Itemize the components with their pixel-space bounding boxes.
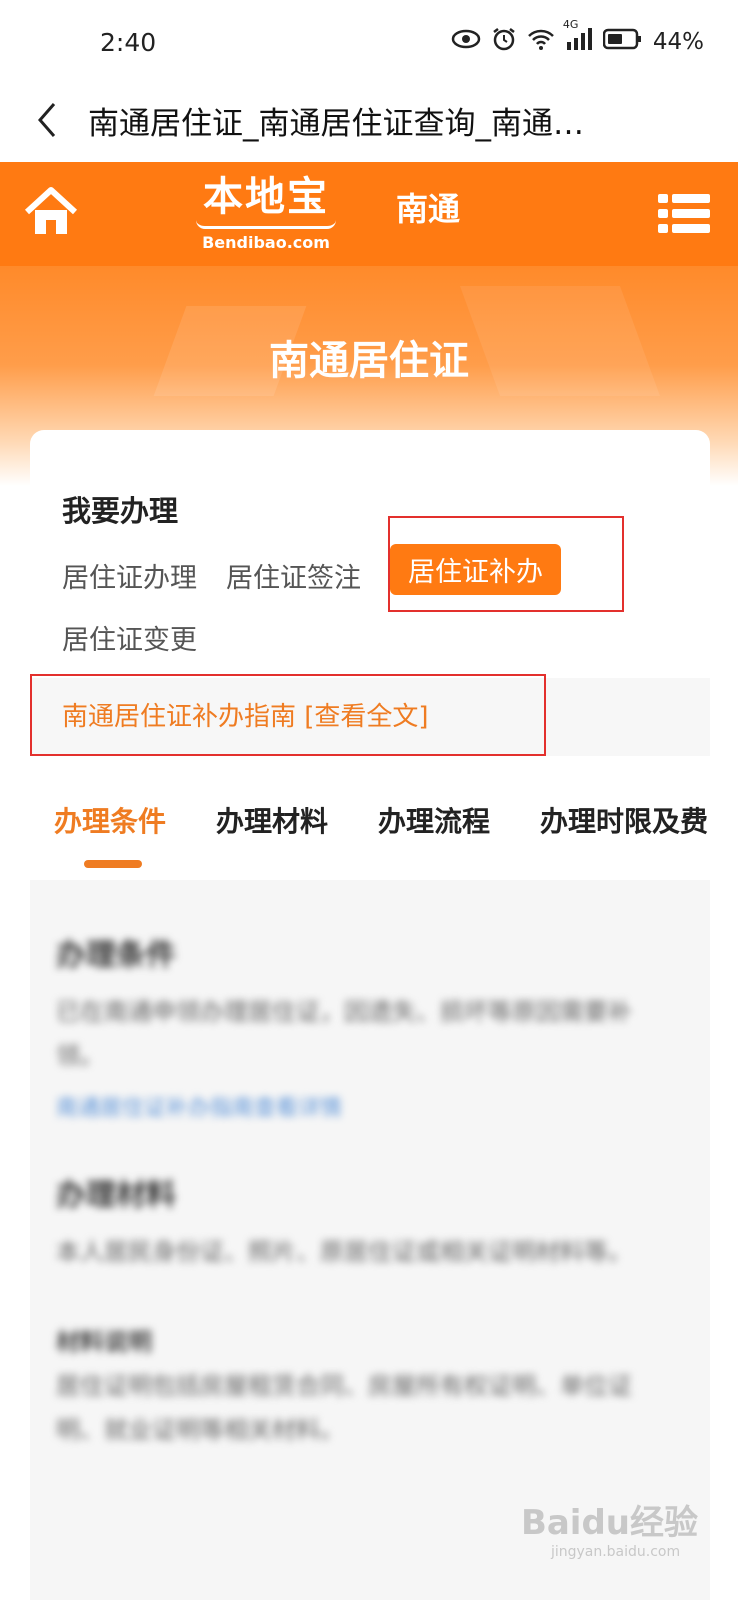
tab-time-fee[interactable]: 办理时限及费 (540, 800, 708, 840)
status-icons: 4G 44% (451, 18, 704, 58)
logo-text: 本地宝 (203, 173, 329, 220)
bendibao-logo[interactable]: 本地宝 Bendibao.com (186, 174, 346, 258)
tab-process[interactable]: 办理流程 (378, 800, 490, 840)
section-title: 我要办理 (62, 494, 179, 528)
signal-icon: 4G (563, 18, 593, 56)
battery-icon (602, 28, 643, 56)
back-arrow-icon[interactable] (30, 100, 70, 140)
battery-percent: 44% (652, 29, 704, 55)
content-section-title: 办理条件 (56, 938, 176, 973)
content-paragraph: 本人居民身份证、照片、原居住证或相关证明材料等。 (56, 1238, 632, 1266)
home-icon[interactable] (22, 184, 80, 242)
service-card: 我要办理 居住证办理 居住证签注 居住证补办 居住证变更 南通居住证补办指南 [… (30, 430, 710, 1600)
logo-swoosh (196, 220, 336, 229)
content-area: 办理条件 已在南通申领办理居住证，因遗失、损坏等原因需要补领。 南通居住证补办指… (30, 880, 710, 1600)
watermark-url: jingyan.baidu.com (550, 1544, 681, 1560)
eye-icon (451, 29, 481, 55)
option-residence-change[interactable]: 居住证变更 (62, 618, 197, 657)
content-link[interactable]: 南通居住证补办指南查看详情 (56, 1090, 342, 1122)
status-bar: 2:40 4G 44% (0, 0, 738, 90)
content-subheading: 材料说明 (56, 1328, 152, 1356)
option-residence-apply[interactable]: 居住证办理 (62, 556, 197, 595)
content-paragraph: 已在南通申领办理居住证，因遗失、损坏等原因需要补领。 (56, 998, 632, 1070)
highlight-box (388, 516, 624, 612)
content-paragraph: 居住证明包括房屋租赁合同、房屋所有权证明、单位证明、就业证明等相关材料。 (56, 1372, 632, 1444)
banner-title: 南通居住证 (269, 338, 469, 384)
logo-domain: Bendibao.com (202, 233, 330, 252)
alarm-icon (491, 26, 517, 58)
option-residence-endorse[interactable]: 居住证签注 (226, 556, 361, 595)
tab-materials[interactable]: 办理材料 (216, 800, 328, 840)
site-header: 本地宝 Bendibao.com 南通 (0, 162, 738, 266)
tab-bar: 办理条件 办理材料 办理流程 办理时限及费 (30, 790, 710, 870)
status-time: 2:40 (100, 28, 157, 57)
baidu-watermark: Baidu经验 jingyan.baidu.com (521, 1495, 698, 1560)
menu-icon[interactable] (658, 192, 710, 236)
city-name[interactable]: 南通 (396, 184, 460, 230)
network-type: 4G (562, 18, 579, 31)
highlight-box (30, 674, 546, 756)
tab-conditions[interactable]: 办理条件 (54, 800, 166, 840)
page-title: 南通居住证_南通居住证查询_南通… (88, 106, 584, 142)
watermark-brand: Baidu经验 (520, 1503, 698, 1543)
tab-indicator (84, 860, 142, 868)
content-section-title: 办理材料 (56, 1178, 176, 1213)
wifi-icon (527, 28, 555, 56)
browser-title-bar: 南通居住证_南通居住证查询_南通… (0, 90, 738, 162)
